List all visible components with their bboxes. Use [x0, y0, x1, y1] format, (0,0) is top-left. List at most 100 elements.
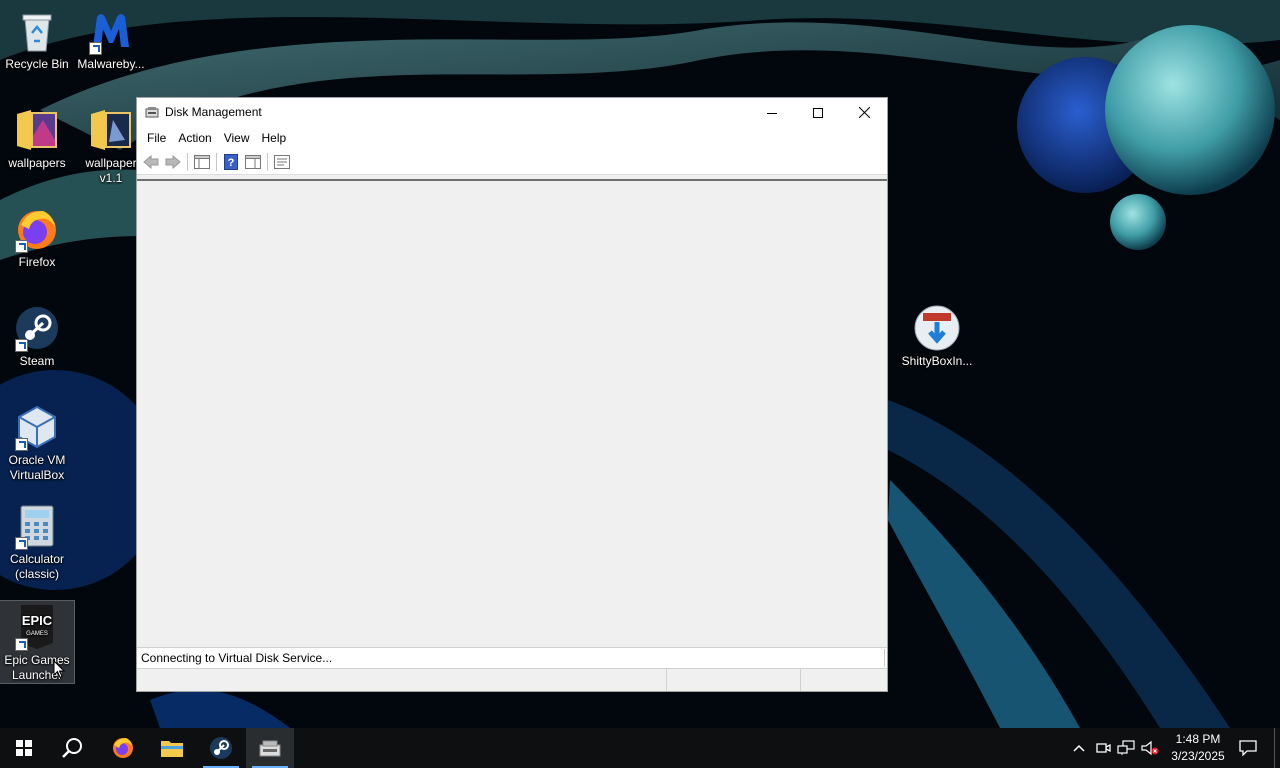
tray-meet-now[interactable] [1092, 728, 1114, 768]
show-desktop-button[interactable] [1274, 728, 1275, 768]
installer-icon [913, 304, 961, 352]
taskbar-steam[interactable] [197, 728, 245, 768]
svg-text:GAMES: GAMES [26, 631, 48, 637]
show-hide-action-pane-button[interactable] [242, 152, 264, 172]
desktop-icon-label: Firefox [18, 255, 56, 269]
disk-management-window[interactable]: Disk Management File Action View Help ? [136, 97, 888, 692]
properties-button[interactable] [271, 152, 293, 172]
menu-file[interactable]: File [141, 129, 172, 147]
desktop-icon-steam[interactable]: Steam [0, 302, 74, 369]
meet-now-icon [1096, 743, 1111, 753]
windows-logo-icon [16, 740, 32, 756]
minimize-button[interactable] [749, 98, 795, 127]
toolbar: ? [137, 149, 887, 175]
show-hidden-icons-button[interactable] [1068, 728, 1090, 768]
action-center-button[interactable] [1234, 728, 1262, 768]
desktop-icon-malwarebytes[interactable]: Malwareby... [74, 5, 148, 72]
status-text: Connecting to Virtual Disk Service... [141, 651, 333, 665]
disk-view-pane [137, 179, 887, 647]
window-title: Disk Management [165, 105, 262, 119]
pane-divider [800, 669, 801, 691]
mouse-cursor-icon [53, 660, 65, 679]
minimize-icon [767, 112, 777, 114]
malwarebytes-icon [87, 7, 135, 55]
menu-action[interactable]: Action [172, 129, 217, 147]
desktop-icon-label: wallpapers [8, 156, 66, 170]
action-pane-icon [245, 155, 261, 169]
disk-management-icon [145, 107, 159, 118]
toolbar-separator [187, 153, 188, 171]
status-divider [884, 649, 885, 667]
close-button[interactable] [841, 98, 887, 127]
bottom-status-panes [137, 669, 887, 691]
forward-arrow-icon [165, 155, 181, 169]
recycle-bin-icon [13, 7, 61, 55]
desktop-icon-virtualbox[interactable]: Oracle VM VirtualBox [0, 401, 74, 483]
calculator-icon [13, 502, 61, 550]
shortcut-arrow-icon [15, 240, 28, 253]
back-button[interactable] [140, 152, 162, 172]
steam-icon [13, 304, 61, 352]
status-bar: Connecting to Virtual Disk Service... [137, 647, 887, 669]
steam-icon [210, 737, 232, 759]
firefox-icon [113, 738, 133, 758]
search-icon [62, 738, 82, 758]
toolbar-separator [216, 153, 217, 171]
shortcut-arrow-icon [15, 638, 28, 651]
toolbar-separator [267, 153, 268, 171]
search-button[interactable] [48, 728, 96, 768]
desktop-icon-installer[interactable]: ShittyBoxIn... [898, 302, 976, 369]
shortcut-arrow-icon [89, 42, 102, 55]
desktop-icon-firefox[interactable]: Firefox [0, 203, 74, 270]
notification-icon [1239, 740, 1257, 756]
shortcut-arrow-icon [15, 339, 28, 352]
shortcut-arrow-icon [15, 537, 28, 550]
start-button[interactable] [0, 728, 48, 768]
taskbar: 1:48 PM 3/23/2025 [0, 728, 1280, 768]
clock-time: 1:48 PM [1175, 732, 1221, 746]
taskbar-firefox[interactable] [99, 728, 147, 768]
title-bar[interactable]: Disk Management [137, 98, 887, 127]
file-explorer-icon [161, 741, 183, 757]
show-hide-console-tree-button[interactable] [191, 152, 213, 172]
menu-view[interactable]: View [218, 129, 256, 147]
tray-network[interactable] [1115, 728, 1137, 768]
svg-text:EPIC: EPIC [22, 613, 53, 628]
forward-button[interactable] [162, 152, 184, 172]
desktop-icon-calculator[interactable]: Calculator (classic) [0, 500, 74, 582]
maximize-button[interactable] [795, 98, 841, 127]
chevron-up-icon [1073, 744, 1085, 752]
virtualbox-icon [13, 403, 61, 451]
volume-muted-icon [1141, 740, 1159, 756]
console-tree-icon [194, 155, 210, 169]
desktop-icon-label: Malwareby... [77, 57, 145, 71]
folder-icon [87, 106, 135, 154]
desktop-icon-label: Recycle Bin [5, 57, 69, 71]
desktop-icon-label: Oracle VM VirtualBox [8, 453, 66, 482]
tray-volume-muted[interactable] [1139, 728, 1161, 768]
taskbar-file-explorer[interactable] [148, 728, 196, 768]
epic-games-icon: EPIC GAMES [13, 603, 61, 651]
desktop-icon-label: Calculator (classic) [9, 552, 65, 581]
menu-help[interactable]: Help [256, 129, 293, 147]
taskbar-disk-management[interactable] [246, 728, 294, 768]
svg-text:?: ? [228, 157, 235, 169]
close-icon [858, 107, 870, 118]
desktop-icon-wallpapers[interactable]: wallpapers [0, 104, 74, 171]
network-icon [1117, 740, 1135, 755]
properties-icon [274, 155, 290, 169]
system-clock[interactable]: 1:48 PM 3/23/2025 [1162, 731, 1234, 765]
help-button[interactable]: ? [220, 152, 242, 172]
help-icon: ? [224, 154, 238, 170]
desktop-icon-label: Steam [19, 354, 55, 368]
folder-icon [13, 106, 61, 154]
disk-management-icon [259, 740, 281, 757]
back-arrow-icon [143, 155, 159, 169]
maximize-icon [813, 107, 823, 118]
pane-divider [666, 669, 667, 691]
desktop-icon-label: ShittyBoxIn... [901, 354, 973, 368]
shortcut-arrow-icon [15, 438, 28, 451]
menu-bar: File Action View Help [137, 127, 887, 149]
desktop-icon-recycle-bin[interactable]: Recycle Bin [0, 5, 74, 72]
firefox-icon [13, 205, 61, 253]
